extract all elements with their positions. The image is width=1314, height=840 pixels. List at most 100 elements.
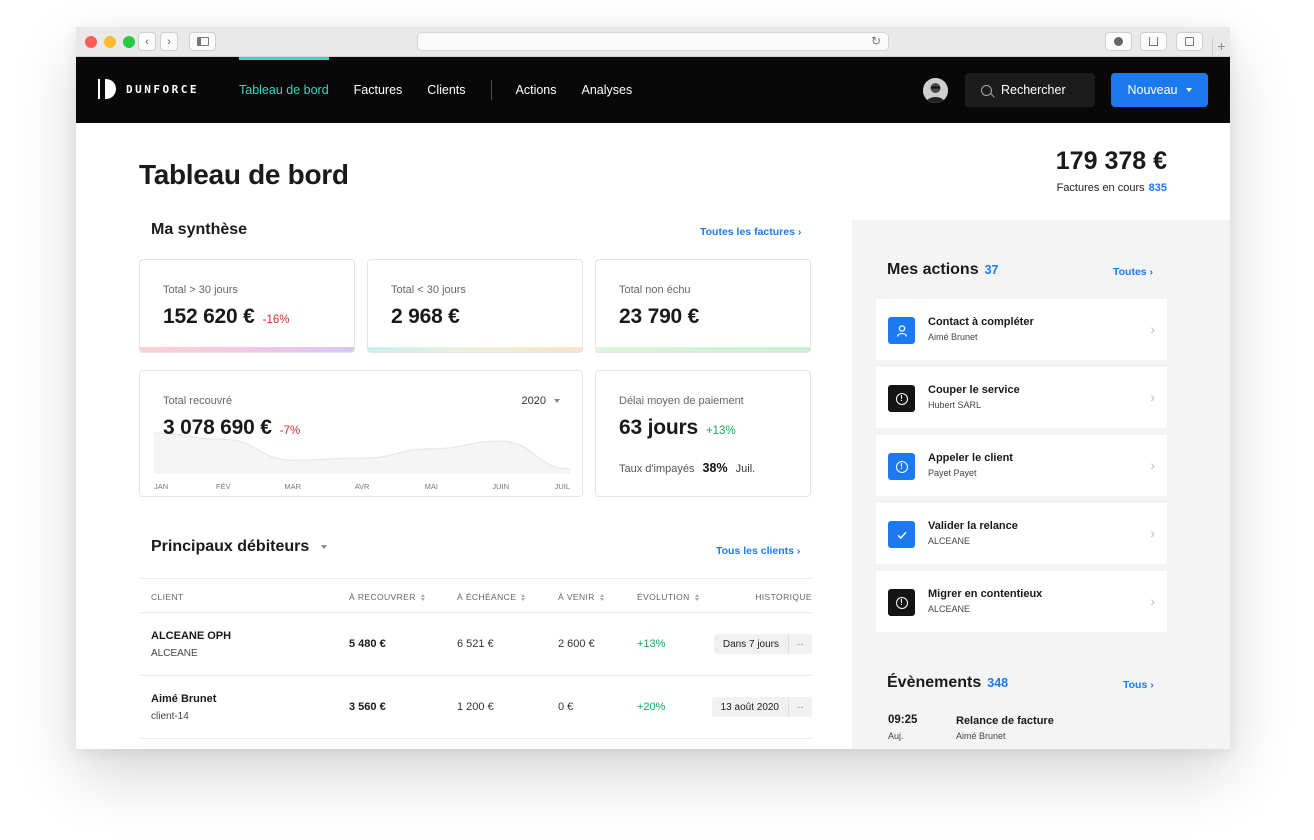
tabs-button[interactable] [1176, 32, 1203, 51]
reload-icon[interactable]: ↻ [871, 34, 881, 48]
x-tick-label: JAN [154, 482, 168, 491]
card-total-recouvre[interactable]: JAN FÉV MAR AVR MAI JUIN JUIL Total recouvré 3… [139, 370, 583, 497]
all-events-link[interactable]: Tous › [1123, 679, 1154, 691]
events-title-text: Évènements [887, 674, 982, 691]
user-avatar[interactable] [923, 78, 948, 103]
total-invoices-line: Factures en cours 835 [1056, 182, 1167, 194]
right-panel: Mes actions 37 Toutes › Contact à complét… [852, 220, 1230, 749]
chevron-right-icon: › [1150, 321, 1155, 337]
col-evolution[interactable]: ÉVOLUTION [637, 592, 699, 602]
card-label: Total recouvré [163, 395, 233, 407]
check-icon [888, 521, 915, 548]
forward-button[interactable]: › [160, 32, 178, 51]
new-button[interactable]: Nouveau [1111, 73, 1208, 107]
downloads-button[interactable] [1105, 32, 1132, 51]
nav-actions[interactable]: Actions [516, 57, 557, 123]
action-sub: Aimé Brunet [928, 332, 978, 342]
card-label: Total > 30 jours [163, 284, 238, 296]
col-a-recouvrer[interactable]: À RECOUVRER [349, 592, 425, 602]
all-actions-link[interactable]: Toutes › [1113, 266, 1153, 278]
event-sub: Aimé Brunet [956, 731, 1006, 741]
table-row[interactable]: ALCEANE OPH ALCEANE 5 480 € 6 521 € 2 60… [139, 613, 812, 676]
all-clients-link[interactable]: Tous les clients › [716, 545, 800, 557]
cell-a-recouvrer: 3 560 € [349, 701, 386, 713]
actions-count: 37 [984, 263, 999, 277]
x-tick-label: FÉV [216, 482, 231, 491]
chevron-left-icon: ‹ [145, 35, 149, 48]
action-title: Contact à compléter [928, 316, 1034, 328]
client-name[interactable]: ALCEANE OPH [151, 630, 231, 642]
download-icon [1114, 37, 1123, 46]
impayes-line: Taux d'impayés 38% Juil. [619, 461, 755, 475]
col-client: CLIENT [151, 592, 184, 602]
total-invoices-count[interactable]: 835 [1149, 182, 1167, 194]
main-content: Tableau de bord 179 378 € Factures en co… [76, 123, 1230, 749]
card-delai-moyen[interactable]: Délai moyen de paiement 63 jours +13% Tau… [595, 370, 811, 497]
action-item[interactable]: ! Migrer en contentieux ALCEANE › [876, 571, 1167, 632]
nav-tableau-de-bord[interactable]: Tableau de bord [239, 57, 329, 123]
share-icon [1149, 37, 1158, 46]
action-item[interactable]: Contact à compléter Aimé Brunet › [876, 299, 1167, 360]
more-options-icon[interactable]: ·· [788, 634, 812, 654]
historique-date: Dans 7 jours [713, 634, 788, 654]
total-amount: 179 378 € [1055, 147, 1167, 175]
table-row[interactable]: Aimé Brunet client-14 3 560 € 1 200 € 0 … [139, 676, 812, 739]
cell-a-echeance: 6 521 € [457, 638, 494, 650]
alert-ring: ! [895, 460, 908, 473]
event-day: Auj. [888, 731, 904, 741]
action-sub: ALCEANE [928, 604, 971, 614]
user-icon [888, 317, 915, 344]
synthese-title: Ma synthèse [151, 221, 248, 238]
impayes-label: Taux d'impayés [619, 463, 695, 475]
more-options-icon[interactable]: ·· [788, 697, 812, 717]
alert-ring: ! [895, 596, 908, 609]
all-invoices-link[interactable]: Toutes les factures › [700, 226, 801, 238]
card-accent-stripe [368, 347, 582, 352]
card-total-non-echu[interactable]: Total non échu 23 790 € [595, 259, 811, 353]
col-label: À RECOUVRER [349, 592, 416, 602]
col-a-echeance[interactable]: À ÉCHÉANCE [457, 592, 526, 602]
action-title: Valider la relance [928, 520, 1018, 532]
historique-badge[interactable]: 13 août 2020 ·· [711, 697, 812, 717]
historique-badge[interactable]: Dans 7 jours ·· [713, 634, 812, 654]
close-window-button[interactable] [85, 36, 97, 48]
cell-evolution: +13% [637, 638, 666, 650]
action-item[interactable]: ! Appeler le client Payet Payet › [876, 435, 1167, 496]
card-total-over-30[interactable]: Total > 30 jours 152 620 € -16% [139, 259, 355, 353]
cell-a-venir: 2 600 € [558, 638, 595, 650]
action-item[interactable]: Valider la relance ALCEANE › [876, 503, 1167, 564]
action-item[interactable]: ! Couper le service Hubert SARL › [876, 367, 1167, 428]
back-button[interactable]: ‹ [138, 32, 156, 51]
client-name[interactable]: Aimé Brunet [151, 693, 216, 705]
year-select[interactable]: 2020 [522, 395, 560, 407]
events-title: Évènements 348 [887, 674, 1008, 692]
search-button[interactable]: Rechercher [965, 73, 1095, 107]
card-total-under-30[interactable]: Total < 30 jours 2 968 € [367, 259, 583, 353]
debiteurs-title-text: Principaux débiteurs [151, 538, 310, 555]
card-value: 23 790 € [619, 305, 700, 328]
card-label: Total < 30 jours [391, 284, 466, 296]
main-menu: Tableau de bord Factures Clients Actions… [239, 57, 657, 123]
action-title: Couper le service [928, 384, 1020, 396]
brand-logo[interactable]: DUNFORCE [98, 79, 199, 99]
cell-a-venir: 0 € [558, 701, 574, 713]
new-tab-button[interactable]: + [1212, 37, 1230, 57]
caret-down-icon [554, 399, 560, 403]
x-tick-label: JUIN [492, 482, 509, 491]
window-controls [85, 36, 135, 48]
nav-factures[interactable]: Factures [354, 57, 403, 123]
col-a-venir[interactable]: À VENIR [558, 592, 604, 602]
nav-clients[interactable]: Clients [427, 57, 465, 123]
address-bar[interactable]: ↻ [417, 32, 889, 51]
sort-icon [694, 593, 699, 601]
search-label: Rechercher [1001, 83, 1066, 97]
debiteurs-title[interactable]: Principaux débiteurs [151, 538, 327, 556]
x-tick-label: MAR [284, 482, 301, 491]
event-time: 09:25 [888, 714, 918, 726]
minimize-window-button[interactable] [104, 36, 116, 48]
sidebar-toggle-button[interactable] [189, 32, 216, 51]
nav-divider [490, 80, 492, 100]
zoom-window-button[interactable] [123, 36, 135, 48]
nav-analyses[interactable]: Analyses [582, 57, 633, 123]
share-button[interactable] [1140, 32, 1167, 51]
